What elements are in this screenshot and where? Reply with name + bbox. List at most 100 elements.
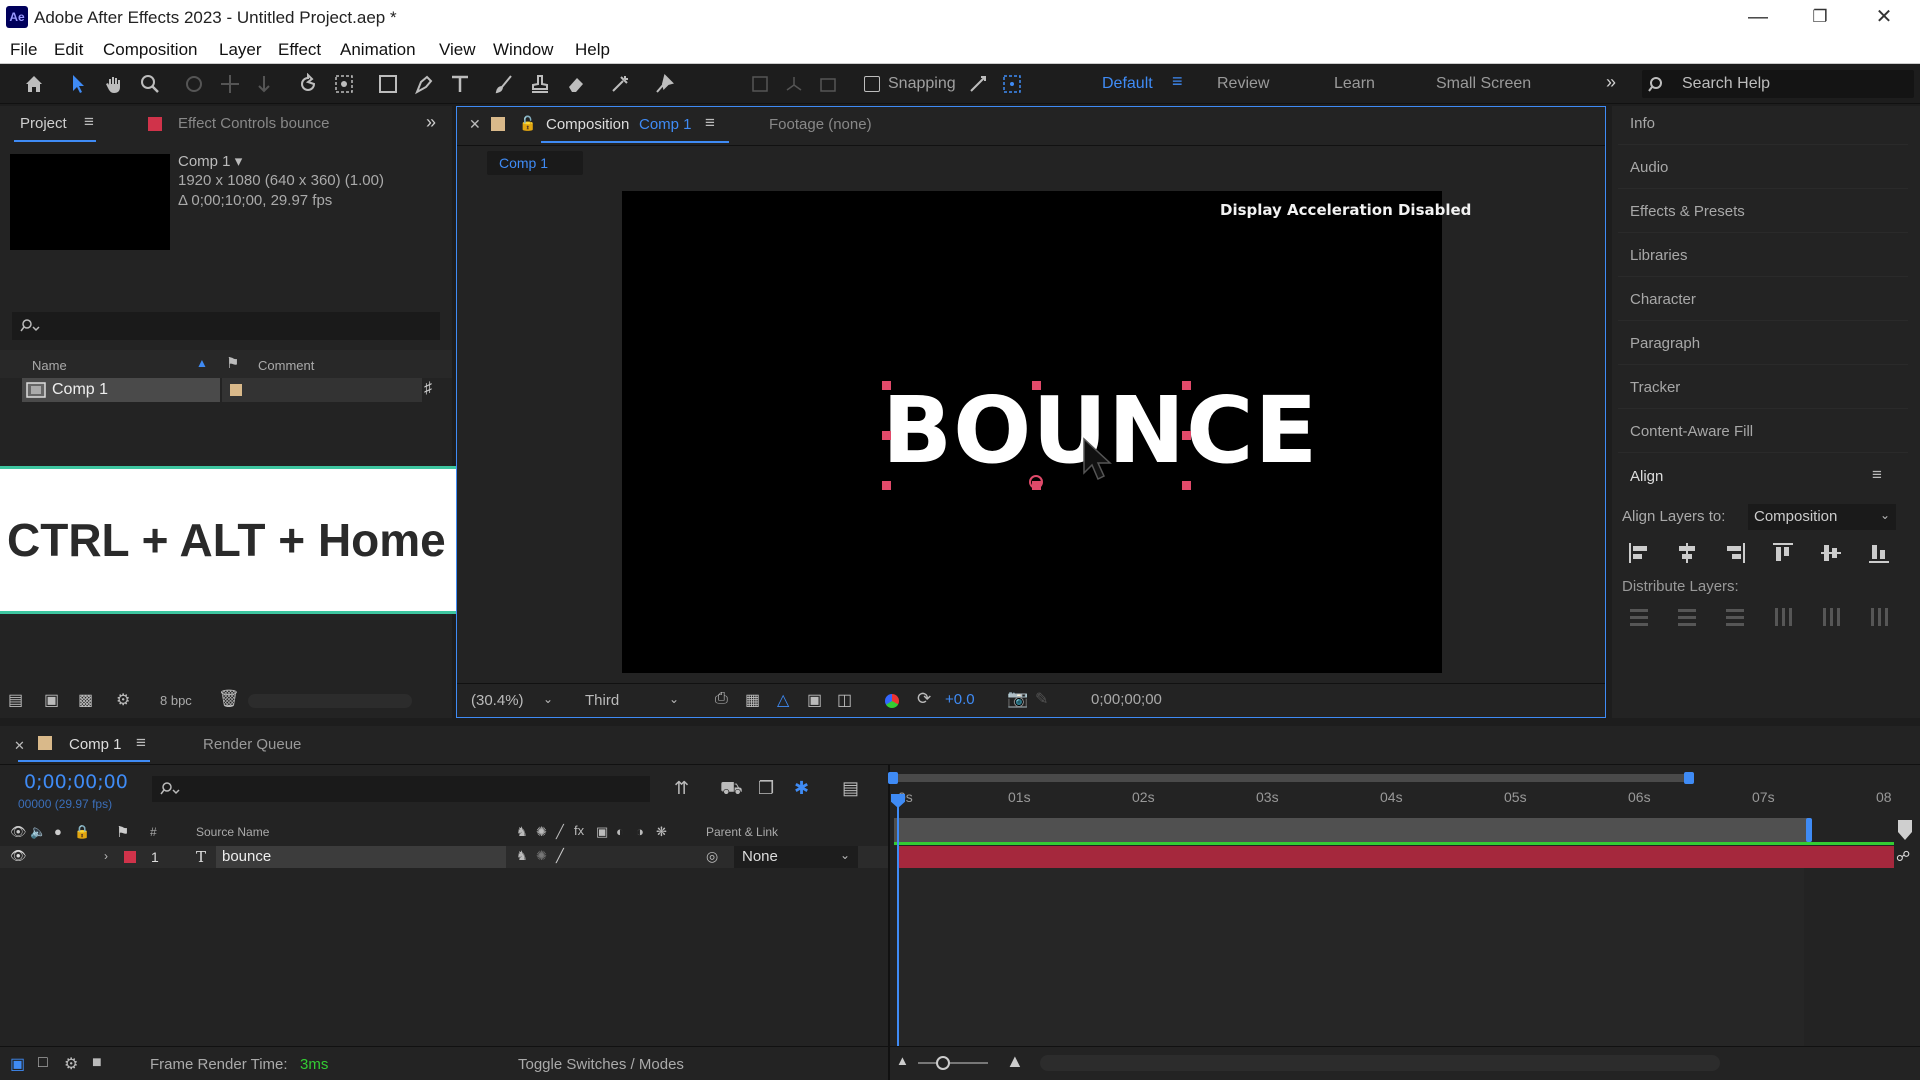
label-color-swatch[interactable] — [230, 384, 242, 396]
anchor-point-icon[interactable] — [1029, 475, 1043, 489]
label-tag-icon[interactable]: ⚑ — [116, 823, 129, 841]
flowchart-icon[interactable]: ♯ — [424, 380, 432, 398]
panel-align-title[interactable]: Align — [1630, 468, 1663, 485]
transform-handle[interactable] — [882, 431, 891, 440]
sort-ascending-icon[interactable]: ▲ — [196, 356, 208, 370]
resolution-dropdown[interactable]: Third ⌄ — [575, 688, 683, 712]
graph-editor-icon[interactable]: ▤ — [842, 778, 859, 799]
video-visibility-icon[interactable]: 👁 — [10, 824, 27, 840]
show-snapshot-icon[interactable]: ✎ — [1035, 689, 1048, 709]
panel-info[interactable]: Info — [1630, 115, 1655, 132]
workspace-small-screen[interactable]: Small Screen — [1436, 75, 1531, 93]
layer-end-icon[interactable]: ☍ — [1896, 848, 1910, 865]
work-area-navigator[interactable] — [888, 770, 1902, 784]
align-top-icon[interactable] — [1770, 540, 1796, 566]
transparency-grid-icon[interactable]: ▦ — [745, 690, 760, 710]
align-right-icon[interactable] — [1722, 540, 1748, 566]
parent-dropdown[interactable]: None ⌄ — [734, 846, 858, 868]
transform-handle[interactable] — [1182, 381, 1191, 390]
render-time-toggle-icon[interactable]: ■ — [92, 1054, 102, 1072]
in-out-toggle-icon[interactable]: ⚙ — [64, 1054, 78, 1074]
channels-icon[interactable] — [885, 694, 899, 708]
comp-breadcrumb[interactable]: Comp 1 — [487, 151, 583, 175]
layer-visibility-icon[interactable]: 👁 — [10, 848, 27, 864]
close-tab-icon[interactable]: ✕ — [469, 116, 481, 133]
tab-render-queue[interactable]: Render Queue — [203, 736, 301, 753]
viewer-timecode[interactable]: 0;00;00;00 — [1091, 691, 1162, 708]
transform-handle[interactable] — [1182, 481, 1191, 490]
layer-collapse-switch[interactable]: ✺ — [536, 848, 547, 864]
pan-behind-tool-icon[interactable] — [330, 70, 358, 98]
local-axis-icon[interactable] — [746, 70, 774, 98]
panel-libraries[interactable]: Libraries — [1630, 247, 1688, 264]
exposure-value[interactable]: +0.0 — [945, 691, 975, 708]
type-tool-icon[interactable] — [446, 70, 474, 98]
transform-handle[interactable] — [1182, 431, 1191, 440]
brush-tool-icon[interactable] — [490, 70, 518, 98]
frame-blending-icon[interactable]: ❐ — [758, 778, 774, 799]
pen-tool-icon[interactable] — [410, 70, 438, 98]
menu-animation[interactable]: Animation — [340, 40, 416, 60]
pan-camera-icon[interactable] — [216, 70, 244, 98]
timeline-tab-comp[interactable]: Comp 1 — [69, 736, 122, 753]
restore-icon[interactable]: ❐ — [1798, 2, 1842, 32]
menu-composition[interactable]: Composition — [103, 40, 198, 60]
distribute-top-icon[interactable] — [1626, 604, 1652, 630]
timeline-horizontal-scrollbar[interactable] — [1040, 1055, 1720, 1071]
workspace-menu-icon[interactable]: ≡ — [1172, 71, 1183, 92]
roto-brush-tool-icon[interactable] — [606, 70, 634, 98]
composition-viewer[interactable]: Display Acceleration Disabled BOUNCE — [622, 191, 1471, 673]
close-icon[interactable]: ✕ — [1862, 2, 1906, 32]
panel-effects-presets[interactable]: Effects & Presets — [1630, 203, 1745, 220]
menu-help[interactable]: Help — [575, 40, 610, 60]
view-axis-icon[interactable] — [814, 70, 842, 98]
menu-edit[interactable]: Edit — [54, 40, 83, 60]
layer-switches-toggle-icon[interactable]: ▣ — [10, 1054, 25, 1074]
distribute-vertical-center-icon[interactable] — [1674, 604, 1700, 630]
text-layer-bounce[interactable]: BOUNCE — [882, 381, 1317, 490]
zoom-dropdown[interactable]: (30.4%) ⌄ — [465, 688, 555, 712]
home-icon[interactable] — [20, 70, 48, 98]
composition-tab-name[interactable]: Comp 1 — [639, 116, 692, 133]
thumbnail-scrollbar[interactable] — [248, 694, 412, 708]
new-folder-icon[interactable]: ▣ — [44, 690, 59, 710]
collapse-switch-icon[interactable]: ✺ — [536, 824, 547, 840]
column-comment[interactable]: Comment — [258, 358, 314, 373]
panel-content-aware-fill[interactable]: Content-Aware Fill — [1630, 423, 1753, 440]
expand-panels-icon[interactable]: » — [426, 112, 436, 133]
snap-feature-icon[interactable] — [998, 70, 1026, 98]
tab-footage[interactable]: Footage (none) — [769, 116, 872, 133]
motion-blur-switch-icon[interactable]: ◐ — [616, 824, 624, 839]
transform-handle[interactable] — [1032, 381, 1041, 390]
composition-panel-menu-icon[interactable]: ≡ — [705, 113, 715, 133]
hand-tool-icon[interactable] — [100, 70, 128, 98]
clone-stamp-tool-icon[interactable] — [526, 70, 554, 98]
zoom-tool-icon[interactable] — [136, 70, 164, 98]
pick-whip-icon[interactable]: ◎ — [706, 848, 718, 865]
navigator-end-handle[interactable] — [1684, 772, 1694, 784]
transfer-controls-toggle-icon[interactable]: □ — [38, 1054, 48, 1072]
composition-tab-label[interactable]: Composition — [546, 116, 629, 133]
orbit-camera-icon[interactable] — [180, 70, 208, 98]
layer-shy-switch[interactable]: ♞ — [516, 848, 528, 864]
distribute-left-icon[interactable] — [1770, 604, 1796, 630]
quality-switch-icon[interactable]: ╱ — [556, 824, 564, 840]
layer-quality-switch[interactable]: ╱ — [556, 848, 564, 864]
selection-tool-icon[interactable] — [64, 70, 92, 98]
align-vertical-center-icon[interactable] — [1818, 540, 1844, 566]
label-tag-icon[interactable]: ⚑ — [226, 354, 239, 372]
puppet-pin-tool-icon[interactable] — [650, 70, 678, 98]
menu-file[interactable]: File — [10, 40, 37, 60]
align-horizontal-center-icon[interactable] — [1674, 540, 1700, 566]
distribute-bottom-icon[interactable] — [1722, 604, 1748, 630]
frame-blend-switch-icon[interactable]: ▣ — [596, 824, 608, 840]
column-name[interactable]: Name — [32, 358, 67, 373]
zoom-in-icon[interactable]: ▲ — [1006, 1051, 1024, 1072]
expand-layer-icon[interactable]: › — [104, 849, 108, 863]
workspace-learn[interactable]: Learn — [1334, 75, 1375, 93]
reset-exposure-icon[interactable]: ⟳ — [917, 689, 931, 709]
distribute-right-icon[interactable] — [1866, 604, 1892, 630]
solo-icon[interactable]: ● — [54, 824, 62, 839]
menu-view[interactable]: View — [439, 40, 476, 60]
navigator-start-handle[interactable] — [888, 772, 898, 784]
